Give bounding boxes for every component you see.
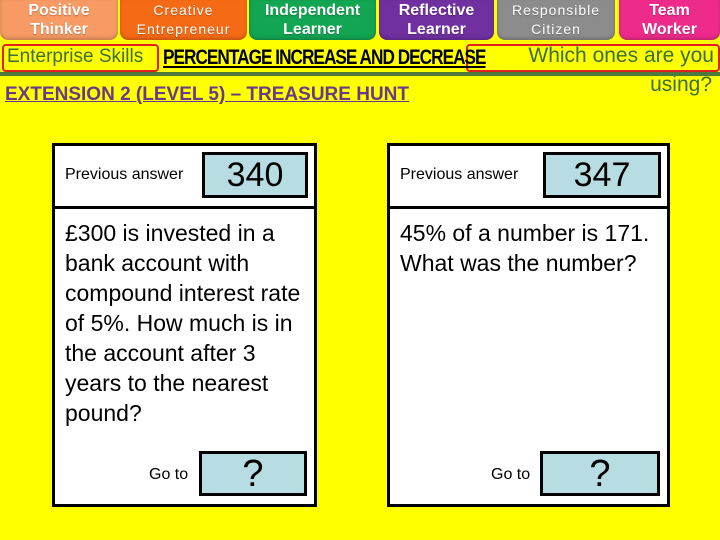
card-header: Previous answer 340 [55,146,314,209]
goto-answer-box[interactable]: ? [199,451,307,496]
skill-responsible-citizen[interactable]: Responsible Citizen [497,0,615,40]
skill-line: Learner [407,21,466,38]
skill-line: Team [649,2,690,19]
enterprise-skills-label: Enterprise Skills [7,46,144,67]
skill-line: Citizen [531,21,581,37]
skill-positive-thinker[interactable]: Positive Thinker [0,0,118,40]
goto-label: Go to [491,466,531,483]
skill-line: Responsible [511,2,601,18]
previous-answer-label: Previous answer [400,166,519,183]
skill-line: Independent [264,2,361,19]
topic-title: PERCENTAGE INCREASE AND DECREASE [163,46,487,69]
previous-answer-value: 347 [543,152,661,198]
which-ones-prompt: Which ones are you [528,44,714,67]
previous-answer-value: 340 [202,152,308,198]
skill-line: Learner [283,21,342,38]
skill-creative-entrepreneur[interactable]: Creative Entrepreneur [120,0,247,40]
card-header: Previous answer 347 [390,146,667,209]
skill-line: Reflective [398,2,475,19]
header-divider [0,72,720,76]
skill-line: Worker [642,21,697,38]
treasure-hunt-card: Previous answer 347 45% of a number is 1… [387,143,670,507]
skill-line: Thinker [30,21,88,38]
skill-reflective-learner[interactable]: Reflective Learner [379,0,494,40]
question-text: 45% of a number is 171. What was the num… [400,220,650,276]
extension-title: EXTENSION 2 (LEVEL 5) – TREASURE HUNT [5,84,409,105]
skill-team-worker[interactable]: Team Worker [619,0,720,40]
treasure-hunt-card: Previous answer 340 £300 is invested in … [52,143,317,507]
question-text: £300 is invested in a bank account with … [65,220,301,426]
previous-answer-label: Previous answer [65,166,184,183]
skill-line: Entrepreneur [136,21,231,37]
goto-answer-box[interactable]: ? [540,451,660,496]
skill-independent-learner[interactable]: Independent Learner [249,0,376,40]
goto-label: Go to [149,466,189,483]
skill-line: Creative [153,2,214,18]
skill-line: Positive [28,2,90,19]
which-ones-prompt-continued: using? [650,73,712,96]
